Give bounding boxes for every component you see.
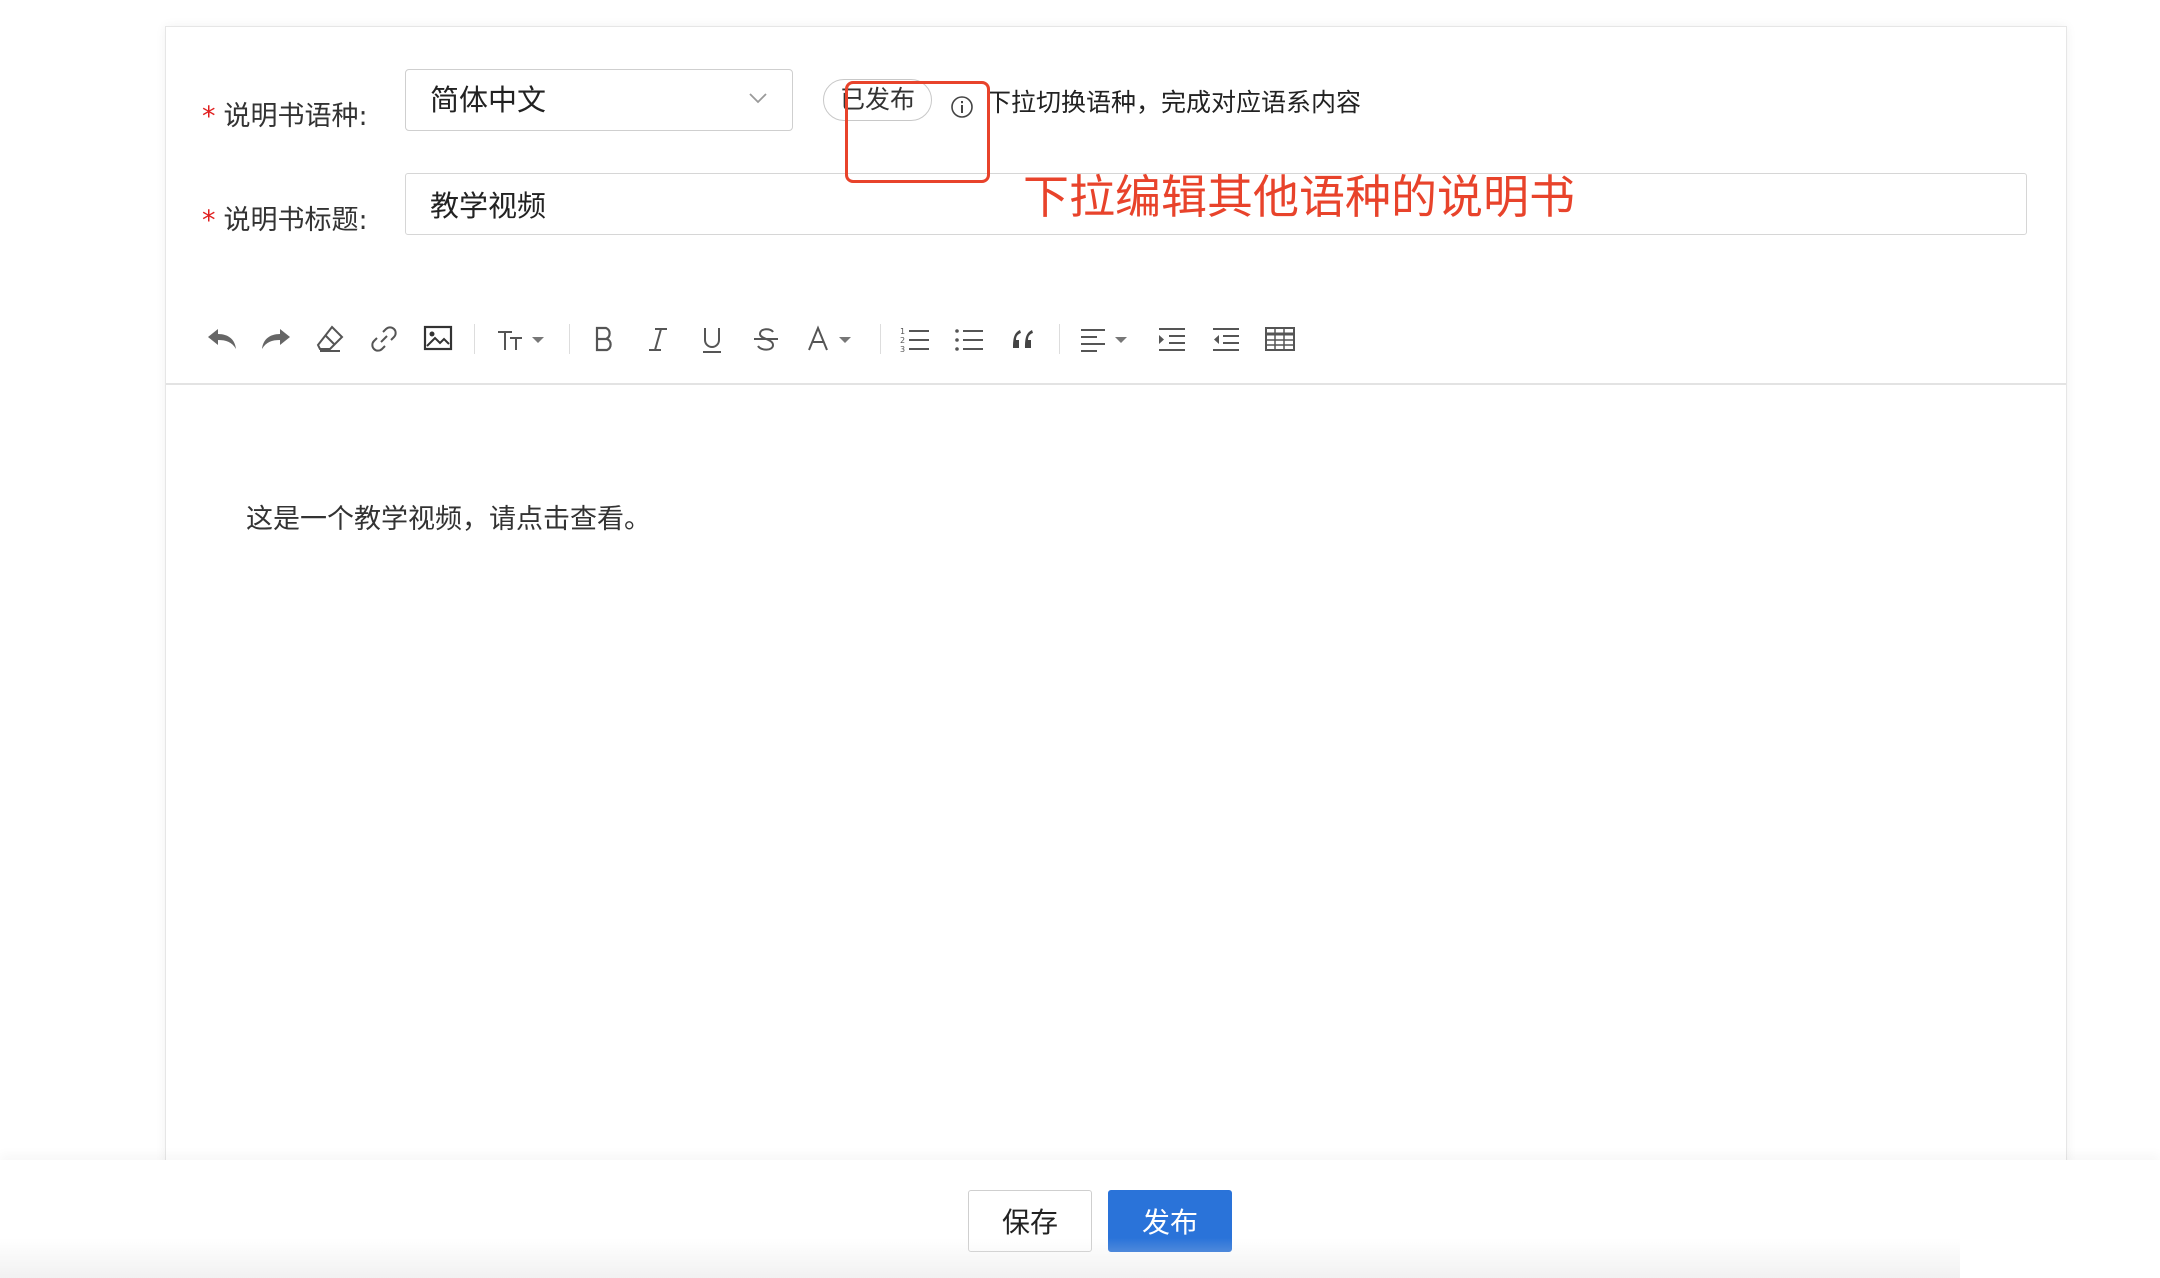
outdent-icon[interactable] [1206, 319, 1246, 359]
underline-icon[interactable] [692, 319, 732, 359]
language-hint: 下拉切换语种，完成对应语系内容 [950, 83, 1361, 123]
toolbar-divider [569, 324, 570, 354]
toolbar-divider [1059, 324, 1060, 354]
publish-button[interactable]: 发布 [1108, 1190, 1232, 1252]
rich-text-editor[interactable]: 这是一个教学视频，请点击查看。 [166, 385, 2066, 1185]
title-label-text: 说明书标题: [223, 205, 368, 236]
image-icon[interactable] [418, 319, 458, 359]
italic-icon[interactable] [638, 319, 678, 359]
editor-content[interactable]: 这是一个教学视频，请点击查看。 [246, 497, 651, 536]
indent-icon[interactable] [1152, 319, 1192, 359]
bold-icon[interactable] [584, 319, 624, 359]
language-select-value: 简体中文 [430, 83, 547, 117]
editor-toolbar: 123 [202, 315, 1314, 363]
toolbar-divider [474, 324, 475, 354]
redo-icon[interactable] [256, 319, 296, 359]
font-color-icon[interactable] [800, 319, 864, 359]
blockquote-icon[interactable] [1003, 319, 1043, 359]
manual-editor-card: * 说明书语种: 简体中文 已发布 下拉切换语种，完成对应语系内容 * 说明书标题: [165, 26, 2067, 1278]
clear-format-icon[interactable] [310, 319, 350, 359]
strikethrough-icon[interactable] [746, 319, 786, 359]
undo-icon[interactable] [202, 319, 242, 359]
align-icon[interactable] [1074, 319, 1138, 359]
annotation-text: 下拉编辑其他语种的说明书 [1023, 170, 1575, 224]
link-icon[interactable] [364, 319, 404, 359]
svg-text:2: 2 [900, 336, 905, 345]
info-icon [950, 91, 974, 118]
save-button[interactable]: 保存 [968, 1190, 1092, 1252]
table-icon[interactable] [1260, 319, 1300, 359]
font-size-icon[interactable] [489, 319, 553, 359]
hint-text: 下拉切换语种，完成对应语系内容 [986, 88, 1362, 117]
ordered-list-icon[interactable]: 123 [895, 319, 935, 359]
svg-text:1: 1 [900, 327, 905, 336]
toolbar-divider [880, 324, 881, 354]
required-mark: * [202, 101, 216, 132]
language-select[interactable]: 简体中文 [405, 69, 793, 131]
page: * 说明书语种: 简体中文 已发布 下拉切换语种，完成对应语系内容 * 说明书标题: [0, 0, 2160, 1278]
title-label: * 说明书标题: [202, 189, 368, 253]
required-mark: * [202, 205, 216, 236]
footer-bar: 保存 发布 [0, 1160, 2160, 1278]
status-badge: 已发布 [823, 79, 933, 121]
chevron-down-icon[interactable] [746, 86, 770, 110]
unordered-list-icon[interactable] [949, 319, 989, 359]
svg-text:3: 3 [900, 345, 905, 354]
language-label: * 说明书语种: [202, 85, 368, 149]
language-label-text: 说明书语种: [223, 101, 368, 132]
